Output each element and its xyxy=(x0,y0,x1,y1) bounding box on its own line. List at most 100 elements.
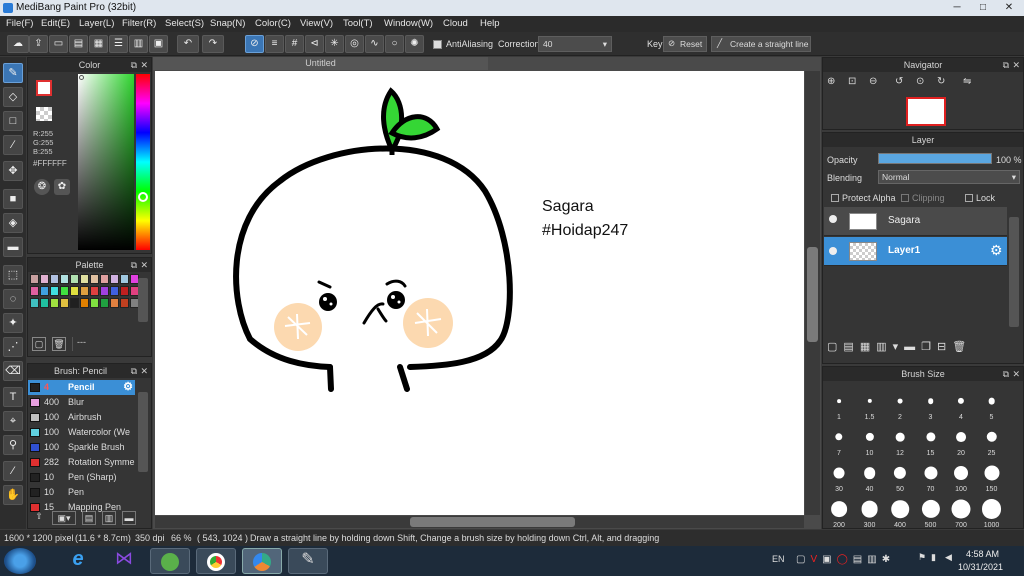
ie-icon[interactable]: e xyxy=(58,548,98,574)
vanishing-point-icon[interactable]: ⊲ xyxy=(305,35,324,53)
folder-icon[interactable]: ▬ xyxy=(904,341,921,353)
menu-color[interactable]: Color(C) xyxy=(255,18,291,29)
bucket-tool-icon[interactable]: ◈ xyxy=(3,213,23,233)
layer-menu-icon[interactable]: ▥▾ xyxy=(876,341,904,353)
new-8bit-layer-icon[interactable]: ▦ xyxy=(860,341,876,353)
circle-snap-icon[interactable]: ◎ xyxy=(345,35,364,53)
menu-select[interactable]: Select(S) xyxy=(165,18,204,29)
canvas-tab[interactable]: Untitled xyxy=(153,57,488,70)
palette-swatch[interactable] xyxy=(120,274,129,284)
palette-swatch[interactable] xyxy=(80,286,89,296)
brush-size-option[interactable]: 500 xyxy=(917,493,945,535)
select-pen-tool-icon[interactable]: ⋰ xyxy=(3,337,23,357)
dot-tool-icon[interactable]: ∕ xyxy=(3,135,23,155)
layer-row[interactable]: Sagara xyxy=(824,207,1007,236)
new-halftone-layer-icon[interactable]: ▤ xyxy=(843,341,859,353)
palette-swatch[interactable] xyxy=(70,274,79,284)
zoom-out-icon[interactable]: ⊖ xyxy=(869,76,884,91)
reset-rotate-icon[interactable]: ⊙ xyxy=(916,76,931,91)
palette-swatch[interactable] xyxy=(120,298,129,308)
move-tool-icon[interactable]: ✥ xyxy=(3,161,23,181)
menu-layer[interactable]: Layer(L) xyxy=(79,18,114,29)
menu-filter[interactable]: Filter(R) xyxy=(122,18,156,29)
fill-shape-tool-icon[interactable]: ■ xyxy=(3,189,23,209)
radial-snap-icon[interactable]: ✳ xyxy=(325,35,344,53)
brush-item[interactable]: 10 Pen (Sharp) xyxy=(28,470,135,485)
fit-icon[interactable]: ⊡ xyxy=(848,76,863,91)
menu-help[interactable]: Help xyxy=(480,18,500,29)
document-icon[interactable]: ▦ xyxy=(89,35,108,53)
redo-icon[interactable]: ↷ xyxy=(202,35,224,53)
rotate-left-icon[interactable]: ↺ xyxy=(895,76,910,91)
palette-swatch[interactable] xyxy=(50,274,59,284)
menu-tool[interactable]: Tool(T) xyxy=(343,18,373,29)
medibang-task-icon[interactable] xyxy=(242,548,282,574)
cloud-icon[interactable]: ☁ xyxy=(7,35,29,53)
palette-swatch[interactable] xyxy=(40,298,49,308)
brush-item[interactable]: 10 Pen xyxy=(28,485,135,500)
divide-tool-icon[interactable]: ⌖ xyxy=(3,411,23,431)
clipping-checkbox[interactable] xyxy=(901,194,909,202)
text-tool-icon[interactable]: T xyxy=(3,387,23,407)
delete-palette-icon[interactable]: 🗑 xyxy=(52,337,66,351)
gradient-tool-icon[interactable]: ▬ xyxy=(3,237,23,257)
palette-page-label[interactable]: --- xyxy=(72,337,136,351)
palette-swatch[interactable] xyxy=(110,298,119,308)
palette-swatch[interactable] xyxy=(110,274,119,284)
maximize-button[interactable]: □ xyxy=(970,0,996,16)
layer-scrollbar[interactable] xyxy=(1009,217,1019,327)
palette-swatch[interactable] xyxy=(30,274,39,284)
menu-view[interactable]: View(V) xyxy=(300,18,333,29)
sv-cursor[interactable] xyxy=(79,75,84,80)
clock-time[interactable]: 4:58 AM xyxy=(966,549,999,559)
opacity-slider[interactable] xyxy=(878,153,992,164)
list-icon[interactable]: ☰ xyxy=(109,35,128,53)
hand-tool-icon[interactable]: ✋ xyxy=(3,485,23,505)
bluetooth-icon[interactable]: ✱ xyxy=(882,554,895,565)
select-eraser-tool-icon[interactable]: ⌫ xyxy=(3,361,23,381)
flip-icon[interactable]: ⇋ xyxy=(963,76,978,91)
float-icon[interactable]: ⧉ xyxy=(131,364,137,378)
visual-studio-icon[interactable]: ⋈ xyxy=(104,548,144,574)
select-tool-icon[interactable]: ⬚ xyxy=(3,265,23,285)
horizontal-scroll-thumb[interactable] xyxy=(410,517,575,527)
new-palette-icon[interactable]: ▢ xyxy=(32,337,46,351)
network-icon[interactable]: ▮ xyxy=(931,552,936,563)
palette-swatch[interactable] xyxy=(100,298,109,308)
palette-swatch[interactable] xyxy=(50,298,59,308)
float-icon[interactable]: ⧉ xyxy=(1003,58,1009,72)
tray-opera-icon[interactable]: ◯ xyxy=(837,554,853,565)
float-icon[interactable]: ⧉ xyxy=(1003,367,1009,381)
palette-swatch[interactable] xyxy=(50,286,59,296)
menu-snap[interactable]: Snap(N) xyxy=(210,18,245,29)
menu-file[interactable]: File(F) xyxy=(6,18,33,29)
close-icon[interactable]: ✕ xyxy=(1012,367,1020,381)
brush-size-option[interactable]: 300 xyxy=(856,493,884,535)
brush-item[interactable]: 4 Pencil ⚙ xyxy=(28,380,135,395)
panel-icon[interactable]: ▣ xyxy=(149,35,168,53)
menu-cloud[interactable]: Cloud xyxy=(443,18,468,29)
shape-tool-icon[interactable]: □ xyxy=(3,111,23,131)
layer-row-selected[interactable]: Layer1 ⚙ xyxy=(824,237,1007,266)
snap-off-icon[interactable]: ⊘ xyxy=(245,35,264,53)
correction-select[interactable]: 40 ▾ xyxy=(538,36,612,52)
chrome-icon[interactable] xyxy=(196,548,236,574)
comment-icon[interactable]: ▭ xyxy=(49,35,68,53)
lasso-tool-icon[interactable]: ◌ xyxy=(3,289,23,309)
float-icon[interactable]: ⧉ xyxy=(131,258,137,272)
hue-handle[interactable] xyxy=(138,192,148,202)
paint-icon[interactable]: ✎ xyxy=(288,548,328,574)
transparent-color-swatch[interactable] xyxy=(36,107,52,121)
antialiasing-checkbox[interactable] xyxy=(433,40,442,49)
palette-swatch[interactable] xyxy=(90,298,99,308)
palette-swatch[interactable] xyxy=(110,286,119,296)
tray-v-icon[interactable]: V xyxy=(810,554,822,565)
hue-slider[interactable] xyxy=(136,74,150,250)
eraser-tool-icon[interactable]: ◇ xyxy=(3,87,23,107)
minimize-button[interactable]: ─ xyxy=(944,0,970,16)
palette-swatch[interactable] xyxy=(30,298,39,308)
palette-swatch[interactable] xyxy=(70,286,79,296)
palette-swatch[interactable] xyxy=(60,298,69,308)
chat-icon[interactable]: ▤ xyxy=(69,35,88,53)
brush-tool-icon[interactable]: ✎ xyxy=(3,63,23,83)
